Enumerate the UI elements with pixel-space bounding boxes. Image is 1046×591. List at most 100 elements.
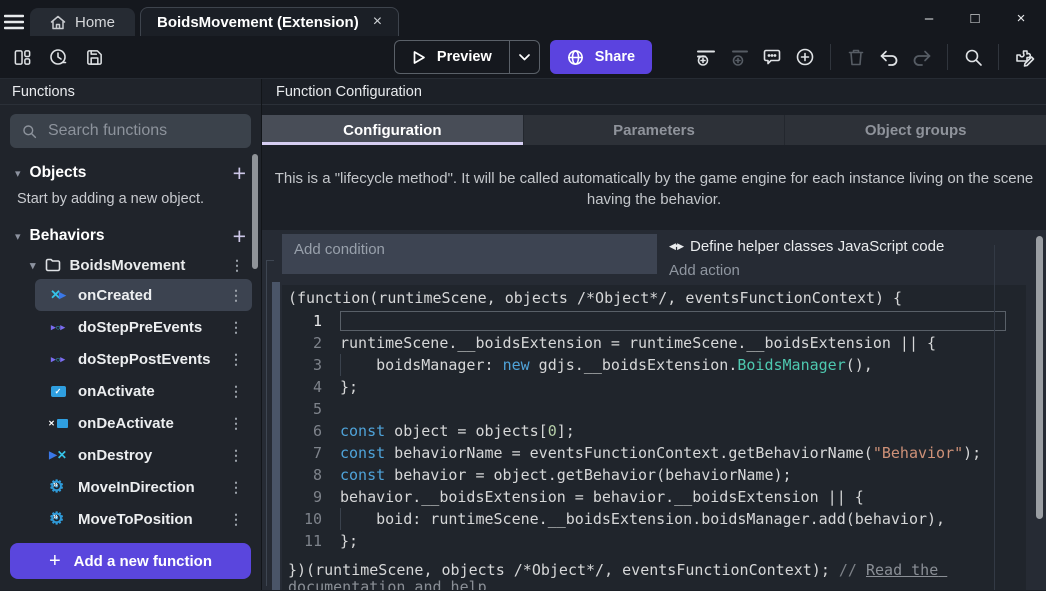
- add-object-button[interactable]: +: [233, 163, 246, 183]
- tab-parameters[interactable]: Parameters: [523, 115, 785, 145]
- add-subevent-button[interactable]: [725, 43, 753, 71]
- sidebar-item-onCreated[interactable]: ✕▶onCreated⋮: [35, 279, 252, 311]
- code-line-2[interactable]: 2runtimeScene.__boidsExtension = runtime…: [282, 332, 1026, 354]
- sidebar-item-onDestroy[interactable]: ▶✕onDestroy⋮: [35, 439, 252, 471]
- toolbar-right-group: [692, 43, 1038, 71]
- sidebar-item-onDeActivate[interactable]: ✕onDeActivate⋮: [35, 407, 252, 439]
- behavior-group-row[interactable]: ▾ BoidsMovement ⋮: [0, 251, 261, 279]
- code-line-7[interactable]: 7const behaviorName = eventsFunctionCont…: [282, 442, 1026, 464]
- search-functions-box[interactable]: [10, 114, 251, 148]
- preview-button[interactable]: Preview: [395, 49, 509, 65]
- save-button[interactable]: [80, 43, 108, 71]
- panes-layout-button[interactable]: [8, 43, 36, 71]
- add-event-button[interactable]: [692, 43, 720, 71]
- item-menu-button[interactable]: ⋮: [229, 287, 243, 304]
- js-code-event-title[interactable]: ◀•▶ Define helper classes JavaScript cod…: [669, 234, 1026, 259]
- action-gear-icon: ⚙»: [47, 478, 69, 496]
- code-line-4[interactable]: 4};: [282, 376, 1026, 398]
- collapse-caret-icon[interactable]: ▾: [15, 230, 21, 243]
- search-icon: [22, 123, 37, 140]
- add-action-button[interactable]: Add action: [669, 259, 1026, 281]
- edit-extension-icon: [1014, 47, 1035, 67]
- sidebar-item-doStepPostEvents[interactable]: ▸○▸ doStepPostEvents ⋮: [35, 343, 252, 375]
- code-text: };: [340, 378, 1026, 396]
- item-menu-button[interactable]: ⋮: [229, 447, 243, 464]
- tab-extension[interactable]: BoidsMovement (Extension) ×: [140, 7, 399, 36]
- collapse-caret-icon[interactable]: ▾: [30, 259, 36, 272]
- share-button[interactable]: Share: [550, 40, 652, 74]
- search-events-button[interactable]: [959, 43, 987, 71]
- function-label: doStepPreEvents: [78, 319, 202, 336]
- sidebar-item-doStepPreEvents[interactable]: ▸○▸doStepPreEvents⋮: [35, 311, 252, 343]
- undo-button[interactable]: [875, 43, 903, 71]
- event-indent-bracket: [266, 260, 274, 261]
- add-condition-button[interactable]: Add condition: [282, 234, 657, 274]
- code-line-9[interactable]: 9behavior.__boidsExtension = behavior.__…: [282, 486, 1026, 508]
- maximize-button[interactable]: □: [952, 2, 998, 34]
- lifecycle-created-icon: ✕▶: [47, 287, 69, 303]
- item-menu-button[interactable]: ⋮: [229, 415, 243, 432]
- sidebar-item-onActivate[interactable]: ✓onActivate⋮: [35, 375, 252, 407]
- item-menu-button[interactable]: ⋮: [229, 479, 243, 496]
- code-line-3[interactable]: 3 boidsManager: new gdjs.__boidsExtensio…: [282, 354, 1026, 376]
- chevron-down-icon: [519, 54, 530, 61]
- sidebar-item-MoveToPosition[interactable]: ⚙»MoveToPosition⋮: [35, 503, 252, 535]
- item-menu-button[interactable]: ⋮: [229, 319, 243, 336]
- code-line-8[interactable]: 8const behavior = object.getBehavior(beh…: [282, 464, 1026, 486]
- item-menu-button[interactable]: ⋮: [229, 351, 243, 368]
- sidebar-item-MoveInDirection[interactable]: ⚙»MoveInDirection⋮: [35, 471, 252, 503]
- close-tab-icon[interactable]: ×: [373, 13, 382, 31]
- toolbar-divider: [947, 44, 948, 70]
- delete-button[interactable]: [842, 43, 870, 71]
- js-code-editor[interactable]: (function(runtimeScene, objects /*Object…: [282, 285, 1026, 590]
- code-text: };: [340, 532, 1026, 550]
- edit-extension-button[interactable]: [1010, 43, 1038, 71]
- add-event-icon: [695, 47, 717, 67]
- objects-section-header[interactable]: ▾ Objects +: [0, 158, 261, 188]
- sidebar-title: Functions: [0, 79, 261, 105]
- add-function-button[interactable]: + Add a new function: [10, 543, 251, 579]
- empty-line-cursor-box[interactable]: [340, 311, 1006, 331]
- behaviors-section-header[interactable]: ▾ Behaviors +: [0, 221, 261, 251]
- version-history-button[interactable]: [44, 43, 72, 71]
- tab-configuration[interactable]: Configuration: [262, 115, 523, 145]
- item-menu-button[interactable]: ⋮: [230, 257, 244, 274]
- search-functions-input[interactable]: [48, 122, 239, 140]
- add-circle-icon: [795, 47, 815, 67]
- collapse-caret-icon[interactable]: ▾: [15, 167, 21, 180]
- undo-icon: [879, 49, 899, 66]
- function-label: doStepPostEvents: [78, 351, 211, 368]
- close-window-button[interactable]: ×: [998, 2, 1044, 34]
- code-line-11[interactable]: 11};: [282, 530, 1026, 552]
- code-line-10[interactable]: 10 boid: runtimeScene.__boidsExtension.b…: [282, 508, 1026, 530]
- code-line-1[interactable]: 1: [282, 310, 1026, 332]
- code-footer-line: })(runtimeScene, objects /*Object*/, eve…: [282, 562, 1026, 590]
- add-element-button[interactable]: [791, 43, 819, 71]
- add-comment-button[interactable]: [758, 43, 786, 71]
- events-scrollbar[interactable]: [1036, 236, 1043, 519]
- minimize-button[interactable]: –: [906, 2, 952, 34]
- sidebar-scrollbar[interactable]: [252, 154, 258, 269]
- line-number: 10: [282, 510, 340, 528]
- code-line-6[interactable]: 6const object = objects[0];: [282, 420, 1026, 442]
- lifecycle-description: This is a "lifecycle method". It will be…: [274, 168, 1034, 210]
- main-menu-button[interactable]: [0, 8, 28, 36]
- line-number: 9: [282, 488, 340, 506]
- home-tab-label: Home: [75, 14, 115, 31]
- tab-home[interactable]: Home: [30, 8, 135, 36]
- function-label: onActivate: [78, 383, 155, 400]
- toolbar-divider: [998, 44, 999, 70]
- item-menu-button[interactable]: ⋮: [229, 383, 243, 400]
- panes-layout-icon: [13, 48, 32, 67]
- item-menu-button[interactable]: ⋮: [229, 511, 243, 528]
- preview-options-button[interactable]: [509, 41, 539, 73]
- add-behavior-button[interactable]: +: [233, 226, 246, 246]
- hamburger-icon: [4, 14, 24, 30]
- redo-button[interactable]: [908, 43, 936, 71]
- configuration-tabs: ConfigurationParametersObject groups: [262, 115, 1046, 145]
- tab-object-groups[interactable]: Object groups: [784, 115, 1046, 145]
- search-icon: [964, 48, 983, 67]
- lifecycle-step-icon: ▸○▸: [47, 354, 69, 365]
- code-line-5[interactable]: 5: [282, 398, 1026, 420]
- toolbar-center-group: Preview Share: [394, 40, 652, 74]
